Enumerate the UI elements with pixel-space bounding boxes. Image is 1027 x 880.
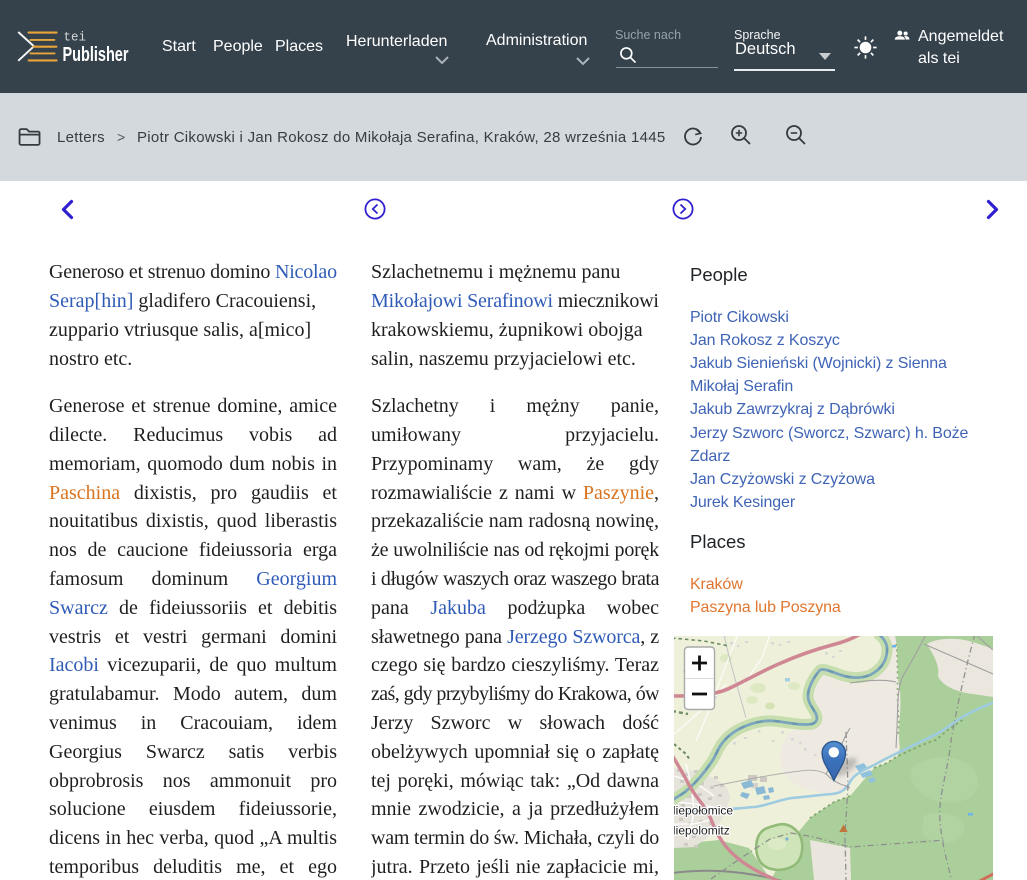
svg-text:Niepołomice: Niepołomice: [674, 804, 733, 818]
svg-text:Publisher: Publisher: [63, 43, 129, 66]
svg-text:Niepolomitz: Niepolomitz: [674, 824, 730, 838]
